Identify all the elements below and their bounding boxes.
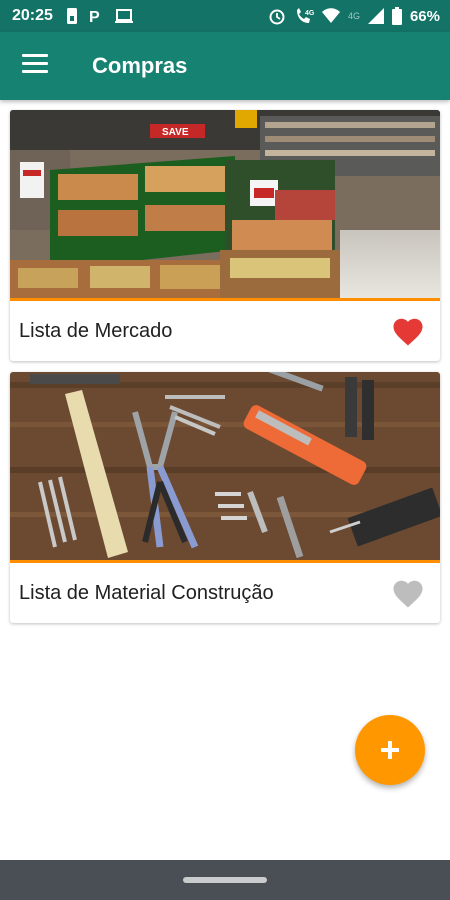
list-title: Lista de Mercado [19,320,173,342]
page-title: Compras [92,53,188,78]
list-card[interactable]: SAVE Lista de Mercado [10,110,440,361]
laptop-icon [115,9,133,23]
wifi-call-icon: 4G [296,8,314,23]
card-footer: Lista de Material Construção [10,563,440,623]
favorite-heart-icon[interactable] [390,577,426,609]
home-gesture-handle[interactable] [183,877,267,883]
card-footer: Lista de Mercado [10,301,440,361]
status-time: 20:25 [12,7,53,24]
list-card[interactable]: Lista de Material Construção [10,372,440,623]
status-icons-left: P [66,7,134,25]
list-title: Lista de Material Construção [19,582,274,604]
plus-icon [381,741,399,759]
app-bar: Compras [0,32,450,100]
battery-icon [391,7,402,25]
network-type: 4G [347,11,360,21]
tools-image [10,372,440,560]
navigation-bar [0,860,450,900]
sim-icon [67,8,77,24]
svg-text:SAVE: SAVE [162,127,189,138]
status-icons-right: 4G 4G 66% [268,7,440,25]
wifi-icon [321,8,340,23]
svg-text:4G: 4G [305,10,314,17]
menu-icon[interactable] [22,54,48,76]
svg-text:P: P [89,9,100,25]
favorite-heart-icon[interactable] [390,315,426,347]
parking-icon: P [89,9,100,25]
status-bar: 20:25 P 4G 4G 66% [0,0,450,32]
signal-icon [367,8,384,24]
alarm-icon [269,9,285,25]
supermarket-image: SAVE [10,110,440,298]
add-list-button[interactable] [355,715,425,785]
battery-level: 66% [409,7,440,25]
